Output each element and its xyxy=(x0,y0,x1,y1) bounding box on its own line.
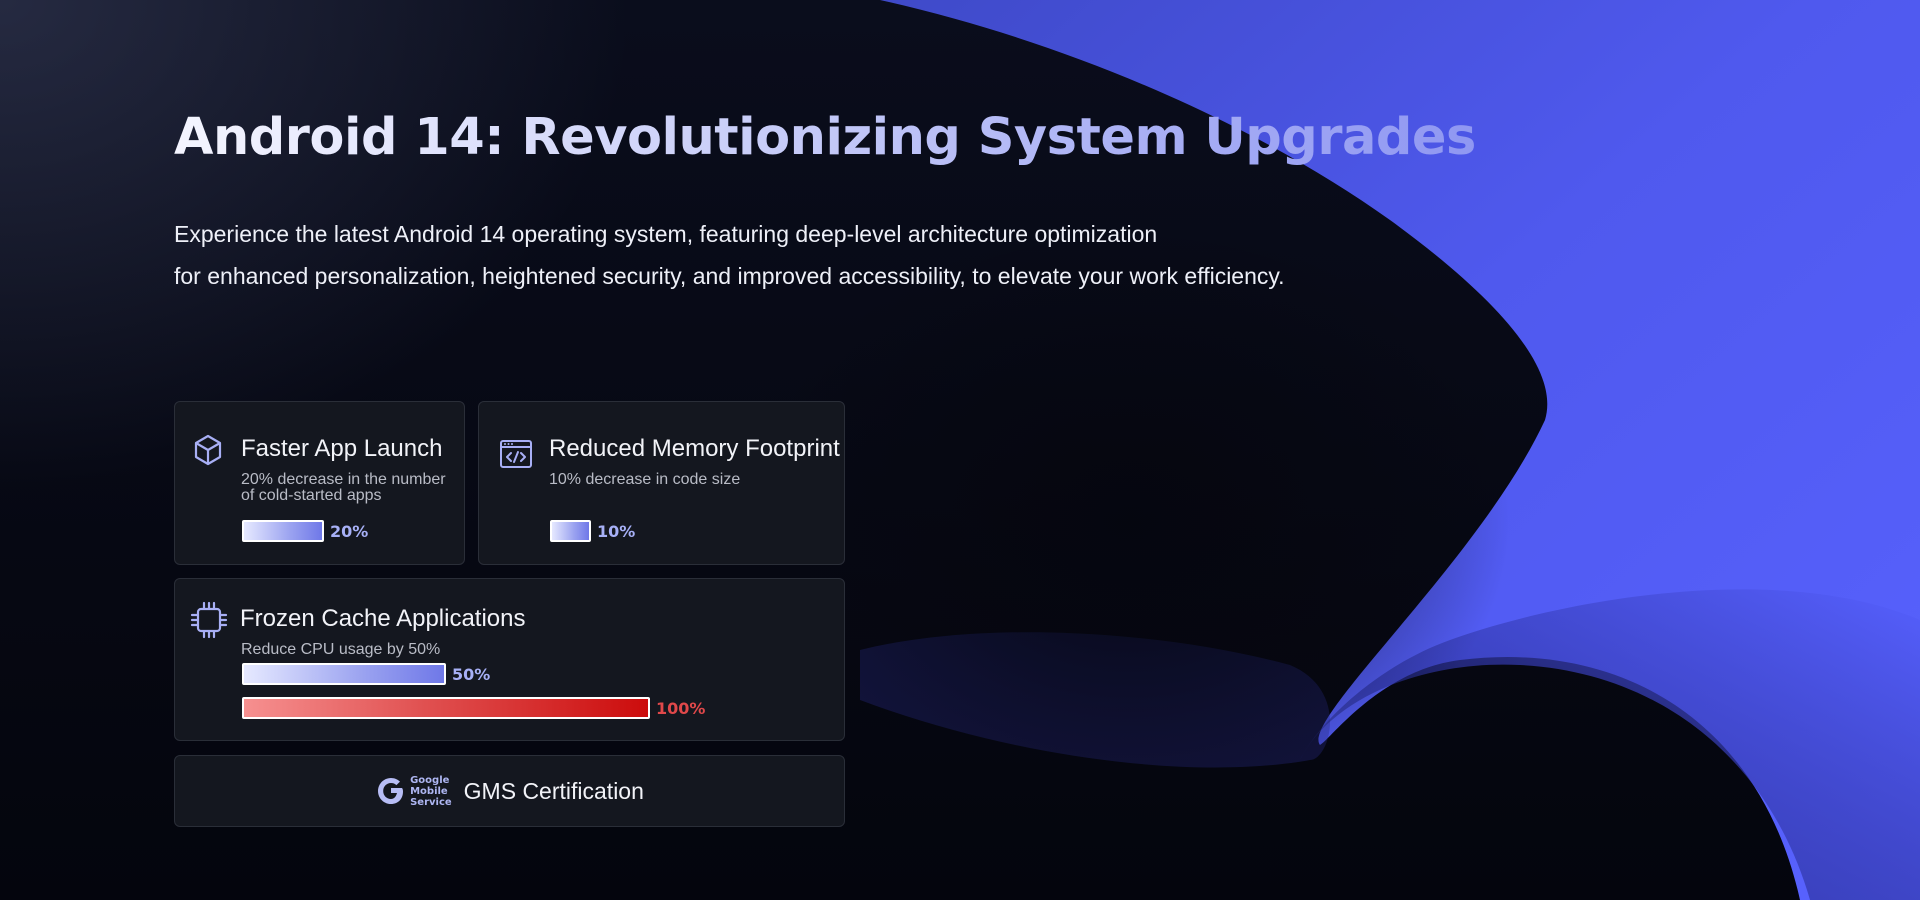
hero-description: Experience the latest Android 14 operati… xyxy=(174,213,1474,297)
feature-card-memory: Reduced Memory Footprint 10% decrease in… xyxy=(478,401,845,565)
progress-label: 100% xyxy=(656,699,706,718)
gms-logo-text: Google Mobile Service xyxy=(410,775,452,808)
cpu-chip-icon xyxy=(190,601,228,639)
feature-title: Reduced Memory Footprint xyxy=(549,435,840,462)
progress-bar-app-launch xyxy=(242,520,324,542)
gms-logo-line: Mobile xyxy=(410,785,448,797)
progress-bar-memory xyxy=(550,520,591,542)
feature-description: Reduce CPU usage by 50% xyxy=(241,641,441,658)
page-title: Android 14: Revolutionizing System Upgra… xyxy=(174,108,1476,167)
progress-bar-cpu-baseline xyxy=(242,697,650,719)
feature-description: 10% decrease in code size xyxy=(549,471,741,488)
code-window-icon xyxy=(500,440,532,468)
progress-label: 20% xyxy=(330,522,369,541)
feature-card-frozen-cache: Frozen Cache Applications Reduce CPU usa… xyxy=(174,578,845,741)
progress-bar-cpu-reduced xyxy=(242,663,446,685)
feature-description-line: of cold-started apps xyxy=(241,487,382,504)
progress-label: 10% xyxy=(597,522,636,541)
cube-icon xyxy=(194,434,222,466)
gms-logo: Google Mobile Service xyxy=(375,775,452,808)
gms-logo-line: Service xyxy=(410,796,452,808)
gms-logo-line: Google xyxy=(410,774,450,786)
feature-description: 20% decrease in the number of cold-start… xyxy=(241,472,446,504)
hero-description-line: Experience the latest Android 14 operati… xyxy=(174,221,1158,247)
gms-certification-card: Google Mobile Service GMS Certification xyxy=(174,755,845,827)
google-g-icon xyxy=(378,778,404,804)
progress-label: 50% xyxy=(452,665,491,684)
gms-label: GMS Certification xyxy=(463,777,644,804)
feature-description-line: 20% decrease in the number xyxy=(241,471,446,488)
hero-description-line: for enhanced personalization, heightened… xyxy=(174,263,1285,289)
feature-card-app-launch: Faster App Launch 20% decrease in the nu… xyxy=(174,401,465,565)
feature-title: Faster App Launch xyxy=(241,435,443,462)
feature-title: Frozen Cache Applications xyxy=(240,605,526,632)
